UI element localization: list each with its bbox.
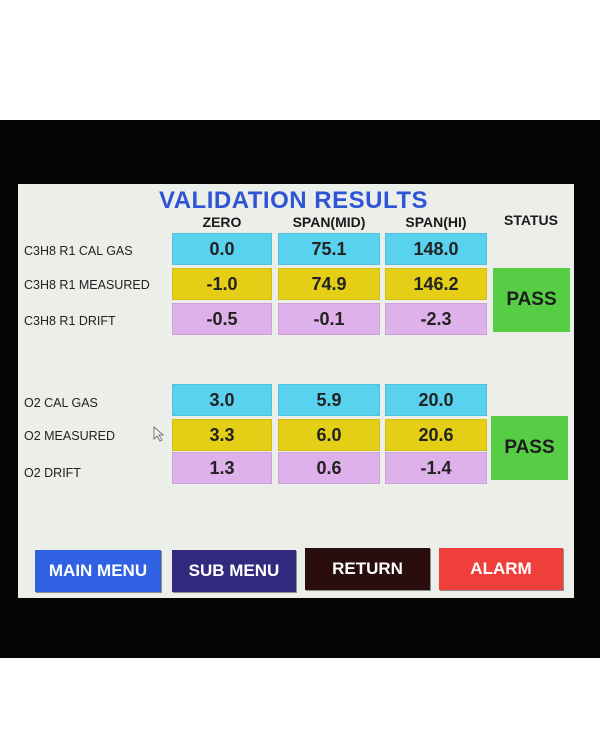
- c3h8-drift-span-hi: -2.3: [385, 303, 487, 335]
- o2-measured-label: O2 MEASURED: [24, 429, 115, 443]
- return-button[interactable]: RETURN: [305, 548, 430, 590]
- o2-cal-gas-span-hi: 20.0: [385, 384, 487, 416]
- column-header-span-mid: SPAN(MID): [292, 214, 366, 230]
- c3h8-measured-span-mid: 74.9: [278, 268, 380, 300]
- c3h8-measured-zero: -1.0: [172, 268, 272, 300]
- c3h8-cal-gas-label: C3H8 R1 CAL GAS: [24, 244, 133, 258]
- mouse-pointer-icon: [153, 426, 165, 442]
- column-header-status: STATUS: [504, 212, 558, 228]
- sub-menu-button[interactable]: SUB MENU: [172, 550, 296, 592]
- o2-drift-label: O2 DRIFT: [24, 466, 81, 480]
- c3h8-cal-gas-zero: 0.0: [172, 233, 272, 265]
- c3h8-cal-gas-span-hi: 148.0: [385, 233, 487, 265]
- o2-measured-zero: 3.3: [172, 419, 272, 451]
- c3h8-drift-zero: -0.5: [172, 303, 272, 335]
- o2-drift-span-hi: -1.4: [385, 452, 487, 484]
- c3h8-drift-label: C3H8 R1 DRIFT: [24, 314, 116, 328]
- c3h8-cal-gas-span-mid: 75.1: [278, 233, 380, 265]
- column-header-span-hi: SPAN(HI): [405, 214, 467, 230]
- column-header-zero: ZERO: [202, 214, 242, 230]
- o2-cal-gas-span-mid: 5.9: [278, 384, 380, 416]
- o2-status-badge: PASS: [491, 416, 568, 480]
- o2-drift-span-mid: 0.6: [278, 452, 380, 484]
- c3h8-measured-span-hi: 146.2: [385, 268, 487, 300]
- o2-cal-gas-zero: 3.0: [172, 384, 272, 416]
- o2-measured-span-hi: 20.6: [385, 419, 487, 451]
- main-menu-button[interactable]: MAIN MENU: [35, 550, 161, 592]
- c3h8-status-badge: PASS: [493, 268, 570, 332]
- c3h8-measured-label: C3H8 R1 MEASURED: [24, 278, 150, 292]
- o2-measured-span-mid: 6.0: [278, 419, 380, 451]
- o2-drift-zero: 1.3: [172, 452, 272, 484]
- o2-cal-gas-label: O2 CAL GAS: [24, 396, 98, 410]
- alarm-button[interactable]: ALARM: [439, 548, 563, 590]
- c3h8-drift-span-mid: -0.1: [278, 303, 380, 335]
- page-title: VALIDATION RESULTS: [159, 187, 428, 214]
